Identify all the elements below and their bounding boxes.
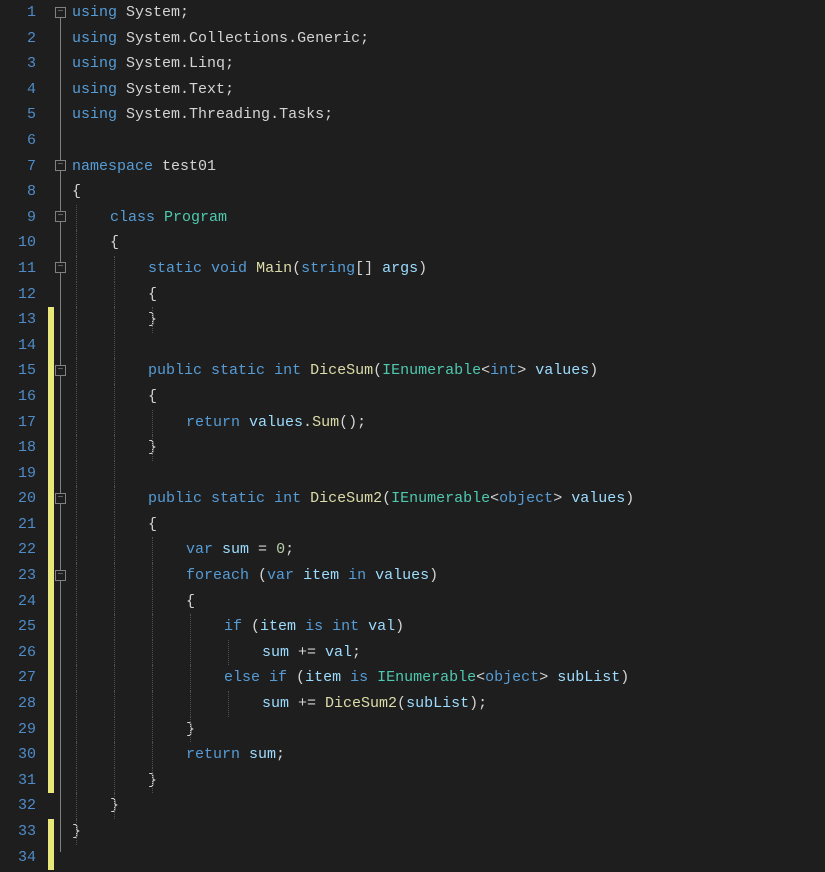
code-line[interactable]: public static int DiceSum(IEnumerable<in…: [72, 358, 825, 384]
fold-toggle[interactable]: −: [55, 570, 66, 581]
code-line[interactable]: }: [72, 307, 825, 333]
line-number: 20: [10, 486, 36, 512]
code-line[interactable]: {: [72, 282, 825, 308]
fold-toggle[interactable]: −: [55, 160, 66, 171]
line-number: 12: [10, 282, 36, 308]
code-editor: 1234567891011121314151617181920212223242…: [0, 0, 825, 872]
code-line[interactable]: [72, 333, 825, 359]
code-line[interactable]: }: [72, 768, 825, 794]
line-number: 3: [10, 51, 36, 77]
line-number: 6: [10, 128, 36, 154]
code-line[interactable]: }: [72, 435, 825, 461]
line-number: 26: [10, 640, 36, 666]
fold-toggle[interactable]: −: [55, 493, 66, 504]
line-number: 32: [10, 793, 36, 819]
line-number: 7: [10, 154, 36, 180]
fold-toggle[interactable]: −: [55, 7, 66, 18]
line-number: 4: [10, 77, 36, 103]
code-line[interactable]: {: [72, 384, 825, 410]
code-line[interactable]: [72, 128, 825, 154]
line-number: 14: [10, 333, 36, 359]
line-number: 1: [10, 0, 36, 26]
line-number: 27: [10, 665, 36, 691]
code-line[interactable]: }: [72, 819, 825, 845]
code-line[interactable]: public static int DiceSum2(IEnumerable<o…: [72, 486, 825, 512]
code-line[interactable]: using System;: [72, 0, 825, 26]
line-number: 21: [10, 512, 36, 538]
line-number: 5: [10, 102, 36, 128]
line-number: 33: [10, 819, 36, 845]
code-line[interactable]: sum += val;: [72, 640, 825, 666]
code-line[interactable]: {: [72, 512, 825, 538]
line-number: 13: [10, 307, 36, 333]
line-number: 15: [10, 358, 36, 384]
line-number: 9: [10, 205, 36, 231]
line-number: 2: [10, 26, 36, 52]
line-number: 24: [10, 589, 36, 615]
line-number: 31: [10, 768, 36, 794]
fold-column: − − − − − − −: [54, 0, 68, 872]
line-number: 28: [10, 691, 36, 717]
fold-toggle[interactable]: −: [55, 262, 66, 273]
line-number: 10: [10, 230, 36, 256]
line-number: 30: [10, 742, 36, 768]
line-number: 8: [10, 179, 36, 205]
code-line[interactable]: static void Main(string[] args): [72, 256, 825, 282]
line-number: 34: [10, 845, 36, 871]
code-line[interactable]: var sum = 0;: [72, 537, 825, 563]
code-line[interactable]: {: [72, 230, 825, 256]
line-number: 19: [10, 461, 36, 487]
code-line[interactable]: }: [72, 717, 825, 743]
code-line[interactable]: using System.Collections.Generic;: [72, 26, 825, 52]
code-line[interactable]: [72, 461, 825, 487]
line-number: 11: [10, 256, 36, 282]
line-number: 22: [10, 537, 36, 563]
line-number: 23: [10, 563, 36, 589]
code-line[interactable]: [72, 845, 825, 871]
line-number: 18: [10, 435, 36, 461]
code-area[interactable]: using System;using System.Collections.Ge…: [68, 0, 825, 872]
code-line[interactable]: sum += DiceSum2(subList);: [72, 691, 825, 717]
code-line[interactable]: {: [72, 589, 825, 615]
code-line[interactable]: namespace test01: [72, 154, 825, 180]
code-line[interactable]: return sum;: [72, 742, 825, 768]
code-line[interactable]: using System.Text;: [72, 77, 825, 103]
code-line[interactable]: {: [72, 179, 825, 205]
code-line[interactable]: else if (item is IEnumerable<object> sub…: [72, 665, 825, 691]
code-line[interactable]: using System.Threading.Tasks;: [72, 102, 825, 128]
fold-toggle[interactable]: −: [55, 211, 66, 222]
line-number: 29: [10, 717, 36, 743]
code-line[interactable]: }: [72, 793, 825, 819]
code-line[interactable]: using System.Linq;: [72, 51, 825, 77]
fold-toggle[interactable]: −: [55, 365, 66, 376]
code-line[interactable]: class Program: [72, 205, 825, 231]
code-line[interactable]: foreach (var item in values): [72, 563, 825, 589]
code-line[interactable]: if (item is int val): [72, 614, 825, 640]
line-number: 16: [10, 384, 36, 410]
code-line[interactable]: return values.Sum();: [72, 410, 825, 436]
line-number: 25: [10, 614, 36, 640]
line-number-gutter: 1234567891011121314151617181920212223242…: [0, 0, 48, 872]
line-number: 17: [10, 410, 36, 436]
